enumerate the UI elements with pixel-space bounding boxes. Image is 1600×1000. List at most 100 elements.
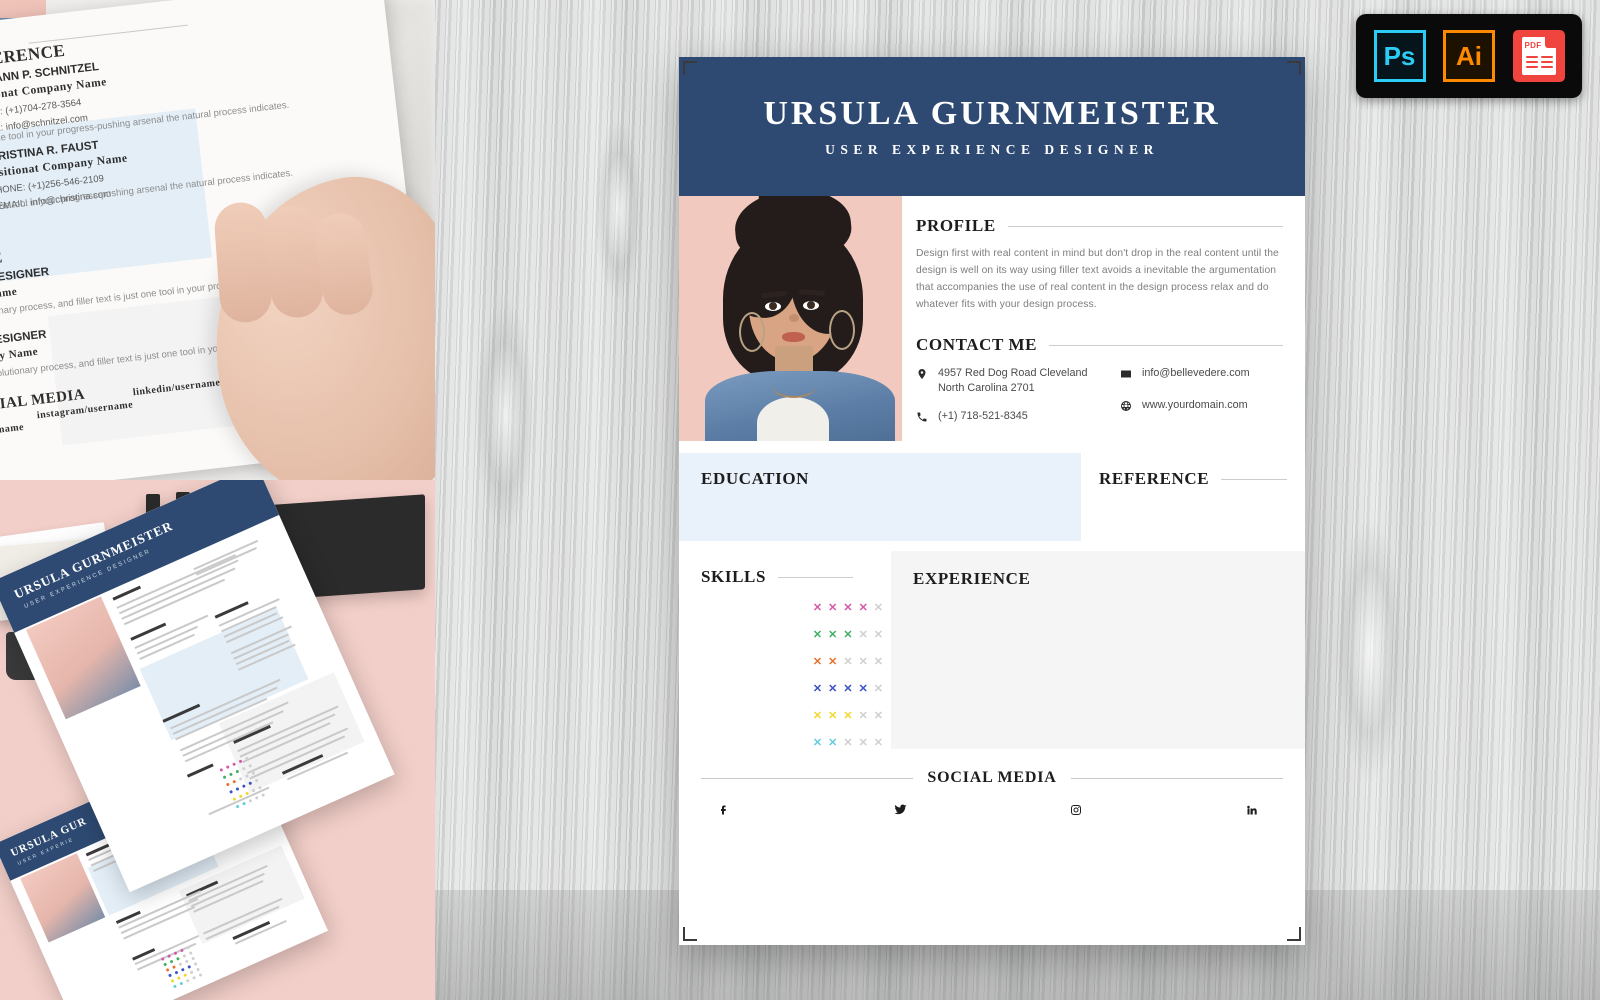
mini-skill-dot: [180, 967, 185, 972]
mini-skill-dot: [172, 965, 176, 970]
thumbnail-held-resume[interactable]: (+1) 718-521-8345 REFERENCE HERMANN P. S…: [0, 0, 435, 480]
mini-skill-dot: [235, 787, 240, 791]
contact-address[interactable]: 4957 Red Dog Road Cleveland North Caroli…: [916, 366, 1098, 396]
skill-mark: ✕: [843, 656, 853, 668]
mini-skill-dot: [179, 981, 184, 986]
heading-rule: [1007, 225, 1283, 227]
skill-row: ✕ ✕ ✕ ✕ ✕: [701, 738, 883, 749]
mini-skill-dot: [168, 973, 173, 978]
contact-email-text: info@bellevedere.com: [1142, 367, 1250, 379]
skill-mark: ✕: [843, 683, 853, 695]
mini-skill-dot: [232, 762, 237, 767]
social-heading-row: SOCIAL MEDIA: [701, 769, 1283, 787]
skill-rating: ✕ ✕ ✕ ✕ ✕: [813, 684, 883, 695]
skill-mark: ✕: [858, 629, 868, 641]
mini-skill-dot: [198, 973, 203, 977]
mini-skills-heading: [186, 763, 214, 778]
skill-mark: ✕: [812, 602, 823, 614]
mockup-thumbnail-column: (+1) 718-521-8345 REFERENCE HERMANN P. S…: [0, 0, 435, 1000]
skill-mark: ✕: [843, 629, 853, 641]
contact-phone-text: (+1) 718-521-8345: [938, 410, 1028, 422]
mini-skill-dot: [183, 973, 188, 978]
mini-skill-dot: [193, 962, 198, 967]
profile-text: Design first with real content in mind b…: [916, 248, 1279, 310]
skill-mark: ✕: [812, 629, 823, 641]
mini-skill-dot: [160, 956, 165, 961]
linkedin-icon: [1245, 804, 1259, 816]
profile-row: PROFILE Design first with real content i…: [679, 196, 1305, 441]
social-link[interactable]: [1245, 803, 1267, 816]
skill-mark: ✕: [828, 602, 838, 614]
resume-poster[interactable]: URSULA GURNMEISTER USER EXPERIENCE DESIG…: [679, 57, 1305, 945]
skill-mark: ✕: [812, 710, 823, 722]
skill-rating: ✕ ✕ ✕ ✕ ✕: [813, 711, 883, 722]
mini-skill-dot: [184, 959, 189, 964]
pdf-fold-shape: [1544, 37, 1556, 48]
skill-mark: ✕: [812, 683, 823, 695]
mini-skill-dot: [248, 798, 253, 803]
mini-skill-dot: [222, 775, 227, 780]
heading-rule: [778, 576, 853, 578]
social-link[interactable]: [717, 803, 739, 816]
mini-skill-dot: [163, 962, 168, 967]
skill-row: ✕ ✕ ✕ ✕ ✕: [701, 657, 883, 668]
location-pin-icon: [916, 367, 929, 385]
envelope-icon: [1120, 367, 1133, 385]
mini-skill-dot: [182, 953, 187, 958]
mini-skill-dot: [173, 951, 178, 956]
mini-skill-dot: [238, 776, 243, 781]
skill-mark: ✕: [858, 602, 868, 614]
mini-text-line: [134, 934, 200, 966]
mini-text-line: [208, 786, 270, 816]
skill-mark: ✕: [828, 683, 838, 695]
social-link[interactable]: [1069, 803, 1091, 816]
skill-mark: ✕: [843, 737, 853, 749]
contact-website[interactable]: www.yourdomain.com: [1120, 398, 1250, 417]
skill-mark: ✕: [858, 737, 868, 749]
contact-phone[interactable]: (+1) 718-521-8345: [916, 409, 1098, 428]
skill-mark: ✕: [858, 683, 868, 695]
mini-skill-dot: [191, 956, 196, 961]
skill-row: ✕ ✕ ✕ ✕ ✕: [701, 711, 883, 722]
mini-skill-dot: [261, 793, 266, 798]
heading-rule: [1049, 344, 1283, 346]
mini-skill-dot: [188, 951, 193, 956]
education-heading: EDUCATION: [701, 469, 810, 488]
thumbnail-flatlay[interactable]: URSULA GUR USER EXPERIE URSULA GURNMEIST…: [0, 480, 435, 1000]
skill-mark: ✕: [812, 737, 823, 749]
social-link[interactable]: [893, 803, 915, 816]
thumb-social-2: Twitter/username: [0, 421, 25, 443]
skill-row: ✕ ✕ ✕ ✕ ✕: [701, 684, 883, 695]
mini-skill-dot: [225, 782, 230, 787]
skill-rating: ✕ ✕ ✕ ✕ ✕: [813, 603, 883, 614]
contact-column-right: info@bellevedere.com www.yourdomain.com: [1120, 366, 1250, 428]
skill-mark: ✕: [873, 683, 883, 695]
profile-heading: PROFILE: [916, 216, 996, 235]
social-links-row: [701, 803, 1283, 816]
skill-mark: ✕: [873, 710, 883, 722]
skill-mark: ✕: [843, 602, 853, 614]
skill-mark: ✕: [873, 629, 883, 641]
portrait-photo: [679, 196, 902, 441]
skill-mark: ✕: [828, 710, 838, 722]
resume-header: URSULA GURNMEISTER USER EXPERIENCE DESIG…: [679, 57, 1305, 196]
file-format-badge: Ps Ai PDF: [1356, 14, 1582, 98]
social-heading: SOCIAL MEDIA: [927, 769, 1057, 786]
mini-skill-dot: [225, 765, 230, 770]
mini-skill-dot: [186, 945, 191, 950]
skill-mark: ✕: [873, 602, 883, 614]
contact-column-left: 4957 Red Dog Road Cleveland North Caroli…: [916, 366, 1098, 428]
phone-icon: [916, 410, 929, 428]
skill-mark: ✕: [858, 710, 868, 722]
skill-rating: ✕ ✕ ✕ ✕ ✕: [813, 630, 883, 641]
skill-mark: ✕: [828, 737, 838, 749]
twitter-icon: [893, 803, 907, 816]
mini-skill-dot: [169, 959, 174, 964]
mini-skill-dot: [192, 975, 197, 980]
skill-row: ✕ ✕ ✕ ✕ ✕: [701, 630, 883, 641]
instagram-icon: [1069, 804, 1083, 816]
contact-email[interactable]: info@bellevedere.com: [1120, 366, 1250, 385]
education-entry-list: [701, 502, 1059, 515]
skill-row: ✕ ✕ ✕ ✕ ✕: [701, 603, 883, 614]
mini-skill-dot: [179, 948, 184, 953]
